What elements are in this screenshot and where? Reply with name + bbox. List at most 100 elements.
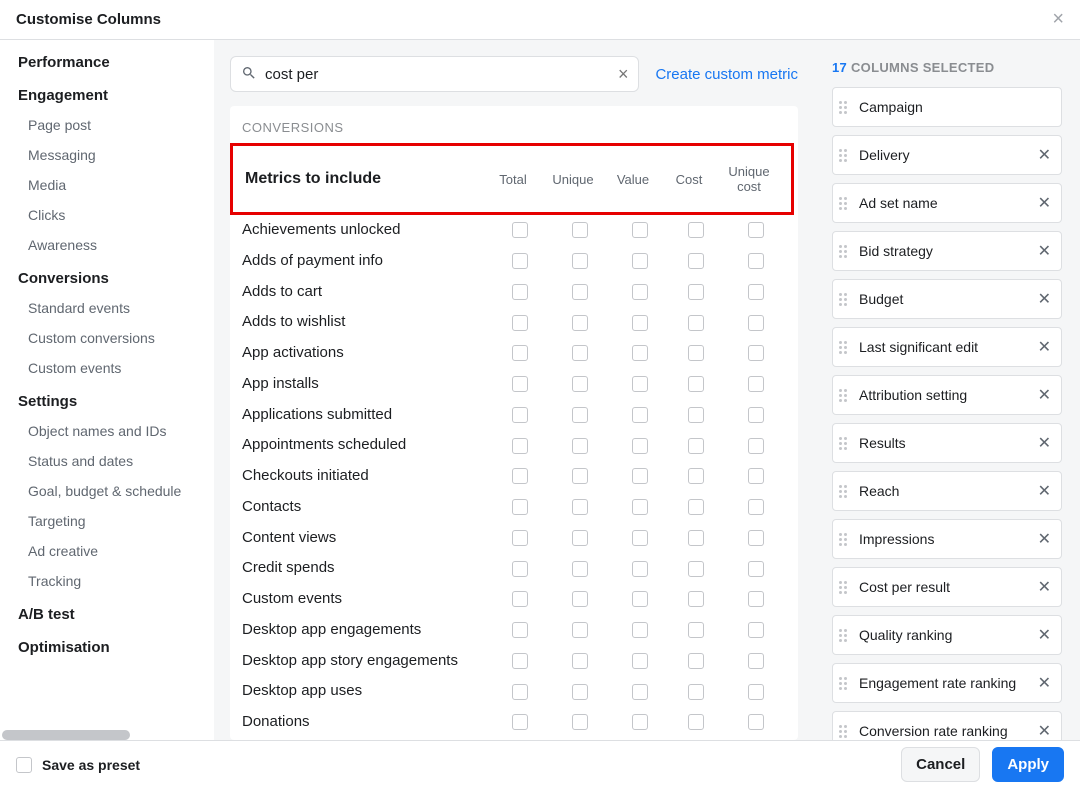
metric-checkbox[interactable] <box>572 530 588 546</box>
metric-checkbox[interactable] <box>632 407 648 423</box>
metric-checkbox[interactable] <box>748 591 764 607</box>
drag-handle-icon[interactable] <box>839 581 849 594</box>
sidebar-item[interactable]: Page post <box>0 110 214 140</box>
search-box[interactable]: × <box>230 56 639 92</box>
metric-checkbox[interactable] <box>632 222 648 238</box>
drag-handle-icon[interactable] <box>839 341 849 354</box>
metric-checkbox[interactable] <box>512 530 528 546</box>
metric-checkbox[interactable] <box>688 253 704 269</box>
metric-checkbox[interactable] <box>572 284 588 300</box>
sidebar-item[interactable]: Media <box>0 170 214 200</box>
remove-column-button[interactable]: ✕ <box>1036 335 1053 359</box>
selected-column-card[interactable]: Conversion rate ranking✕ <box>832 711 1062 740</box>
metric-checkbox[interactable] <box>748 714 764 730</box>
remove-column-button[interactable]: ✕ <box>1036 191 1053 215</box>
sidebar-item[interactable]: Object names and IDs <box>0 416 214 446</box>
metric-checkbox[interactable] <box>572 438 588 454</box>
metric-checkbox[interactable] <box>688 315 704 331</box>
save-as-preset-checkbox[interactable] <box>16 757 32 773</box>
drag-handle-icon[interactable] <box>839 725 849 738</box>
metric-checkbox[interactable] <box>512 315 528 331</box>
metric-checkbox[interactable] <box>688 530 704 546</box>
metric-checkbox[interactable] <box>512 591 528 607</box>
sidebar-item[interactable]: Tracking <box>0 566 214 596</box>
selected-column-card[interactable]: Delivery✕ <box>832 135 1062 175</box>
metric-checkbox[interactable] <box>632 253 648 269</box>
selected-column-card[interactable]: Reach✕ <box>832 471 1062 511</box>
horizontal-scrollbar[interactable] <box>2 730 130 740</box>
metric-checkbox[interactable] <box>512 714 528 730</box>
metric-checkbox[interactable] <box>512 499 528 515</box>
create-custom-metric-link[interactable]: Create custom metric <box>655 66 798 83</box>
drag-handle-icon[interactable] <box>839 533 849 546</box>
metric-checkbox[interactable] <box>512 407 528 423</box>
metric-checkbox[interactable] <box>632 499 648 515</box>
metric-checkbox[interactable] <box>572 468 588 484</box>
metric-checkbox[interactable] <box>512 345 528 361</box>
metric-checkbox[interactable] <box>748 376 764 392</box>
selected-column-card[interactable]: Bid strategy✕ <box>832 231 1062 271</box>
drag-handle-icon[interactable] <box>839 629 849 642</box>
metric-checkbox[interactable] <box>748 653 764 669</box>
metric-checkbox[interactable] <box>572 315 588 331</box>
sidebar-group[interactable]: Settings <box>0 383 214 416</box>
selected-columns-panel[interactable]: 17 COLUMNS SELECTED CampaignDelivery✕Ad … <box>814 40 1080 740</box>
drag-handle-icon[interactable] <box>839 293 849 306</box>
metric-checkbox[interactable] <box>632 530 648 546</box>
metric-checkbox[interactable] <box>688 622 704 638</box>
metric-checkbox[interactable] <box>572 499 588 515</box>
sidebar-item[interactable]: Custom events <box>0 353 214 383</box>
metric-checkbox[interactable] <box>688 345 704 361</box>
metric-checkbox[interactable] <box>748 284 764 300</box>
metric-checkbox[interactable] <box>632 376 648 392</box>
metric-checkbox[interactable] <box>748 222 764 238</box>
selected-column-card[interactable]: Quality ranking✕ <box>832 615 1062 655</box>
selected-column-card[interactable]: Impressions✕ <box>832 519 1062 559</box>
sidebar-item[interactable]: Ad creative <box>0 536 214 566</box>
metric-checkbox[interactable] <box>688 284 704 300</box>
metric-checkbox[interactable] <box>748 315 764 331</box>
sidebar-group[interactable]: A/B test <box>0 596 214 629</box>
cancel-button[interactable]: Cancel <box>901 747 980 782</box>
metric-checkbox[interactable] <box>632 714 648 730</box>
metric-checkbox[interactable] <box>572 653 588 669</box>
remove-column-button[interactable]: ✕ <box>1036 287 1053 311</box>
metric-checkbox[interactable] <box>572 253 588 269</box>
metrics-scroll-area[interactable]: CONVERSIONS Metrics to include Total Uni… <box>230 106 798 740</box>
selected-column-card[interactable]: Attribution setting✕ <box>832 375 1062 415</box>
metric-checkbox[interactable] <box>688 684 704 700</box>
metric-checkbox[interactable] <box>632 438 648 454</box>
metric-checkbox[interactable] <box>632 684 648 700</box>
sidebar-item[interactable]: Clicks <box>0 200 214 230</box>
remove-column-button[interactable]: ✕ <box>1036 143 1053 167</box>
metric-checkbox[interactable] <box>632 622 648 638</box>
sidebar-item[interactable]: Goal, budget & schedule <box>0 476 214 506</box>
sidebar-item[interactable]: Standard events <box>0 293 214 323</box>
drag-handle-icon[interactable] <box>839 197 849 210</box>
sidebar-item[interactable]: Status and dates <box>0 446 214 476</box>
remove-column-button[interactable]: ✕ <box>1036 623 1053 647</box>
metric-checkbox[interactable] <box>632 591 648 607</box>
drag-handle-icon[interactable] <box>839 245 849 258</box>
metric-checkbox[interactable] <box>512 284 528 300</box>
apply-button[interactable]: Apply <box>992 747 1064 782</box>
metric-checkbox[interactable] <box>748 345 764 361</box>
metric-checkbox[interactable] <box>632 561 648 577</box>
metric-checkbox[interactable] <box>512 253 528 269</box>
metric-checkbox[interactable] <box>572 561 588 577</box>
metric-checkbox[interactable] <box>688 407 704 423</box>
remove-column-button[interactable]: ✕ <box>1036 527 1053 551</box>
sidebar-group[interactable]: Conversions <box>0 260 214 293</box>
category-sidebar[interactable]: PerformanceEngagementPage postMessagingM… <box>0 40 214 740</box>
metric-checkbox[interactable] <box>572 714 588 730</box>
remove-column-button[interactable]: ✕ <box>1036 575 1053 599</box>
metric-checkbox[interactable] <box>748 499 764 515</box>
sidebar-group[interactable]: Optimisation <box>0 629 214 662</box>
metric-checkbox[interactable] <box>688 653 704 669</box>
remove-column-button[interactable]: ✕ <box>1036 671 1053 695</box>
sidebar-group[interactable]: Performance <box>0 44 214 77</box>
metric-checkbox[interactable] <box>688 561 704 577</box>
sidebar-group[interactable]: Engagement <box>0 77 214 110</box>
selected-column-card[interactable]: Cost per result✕ <box>832 567 1062 607</box>
metric-checkbox[interactable] <box>572 684 588 700</box>
